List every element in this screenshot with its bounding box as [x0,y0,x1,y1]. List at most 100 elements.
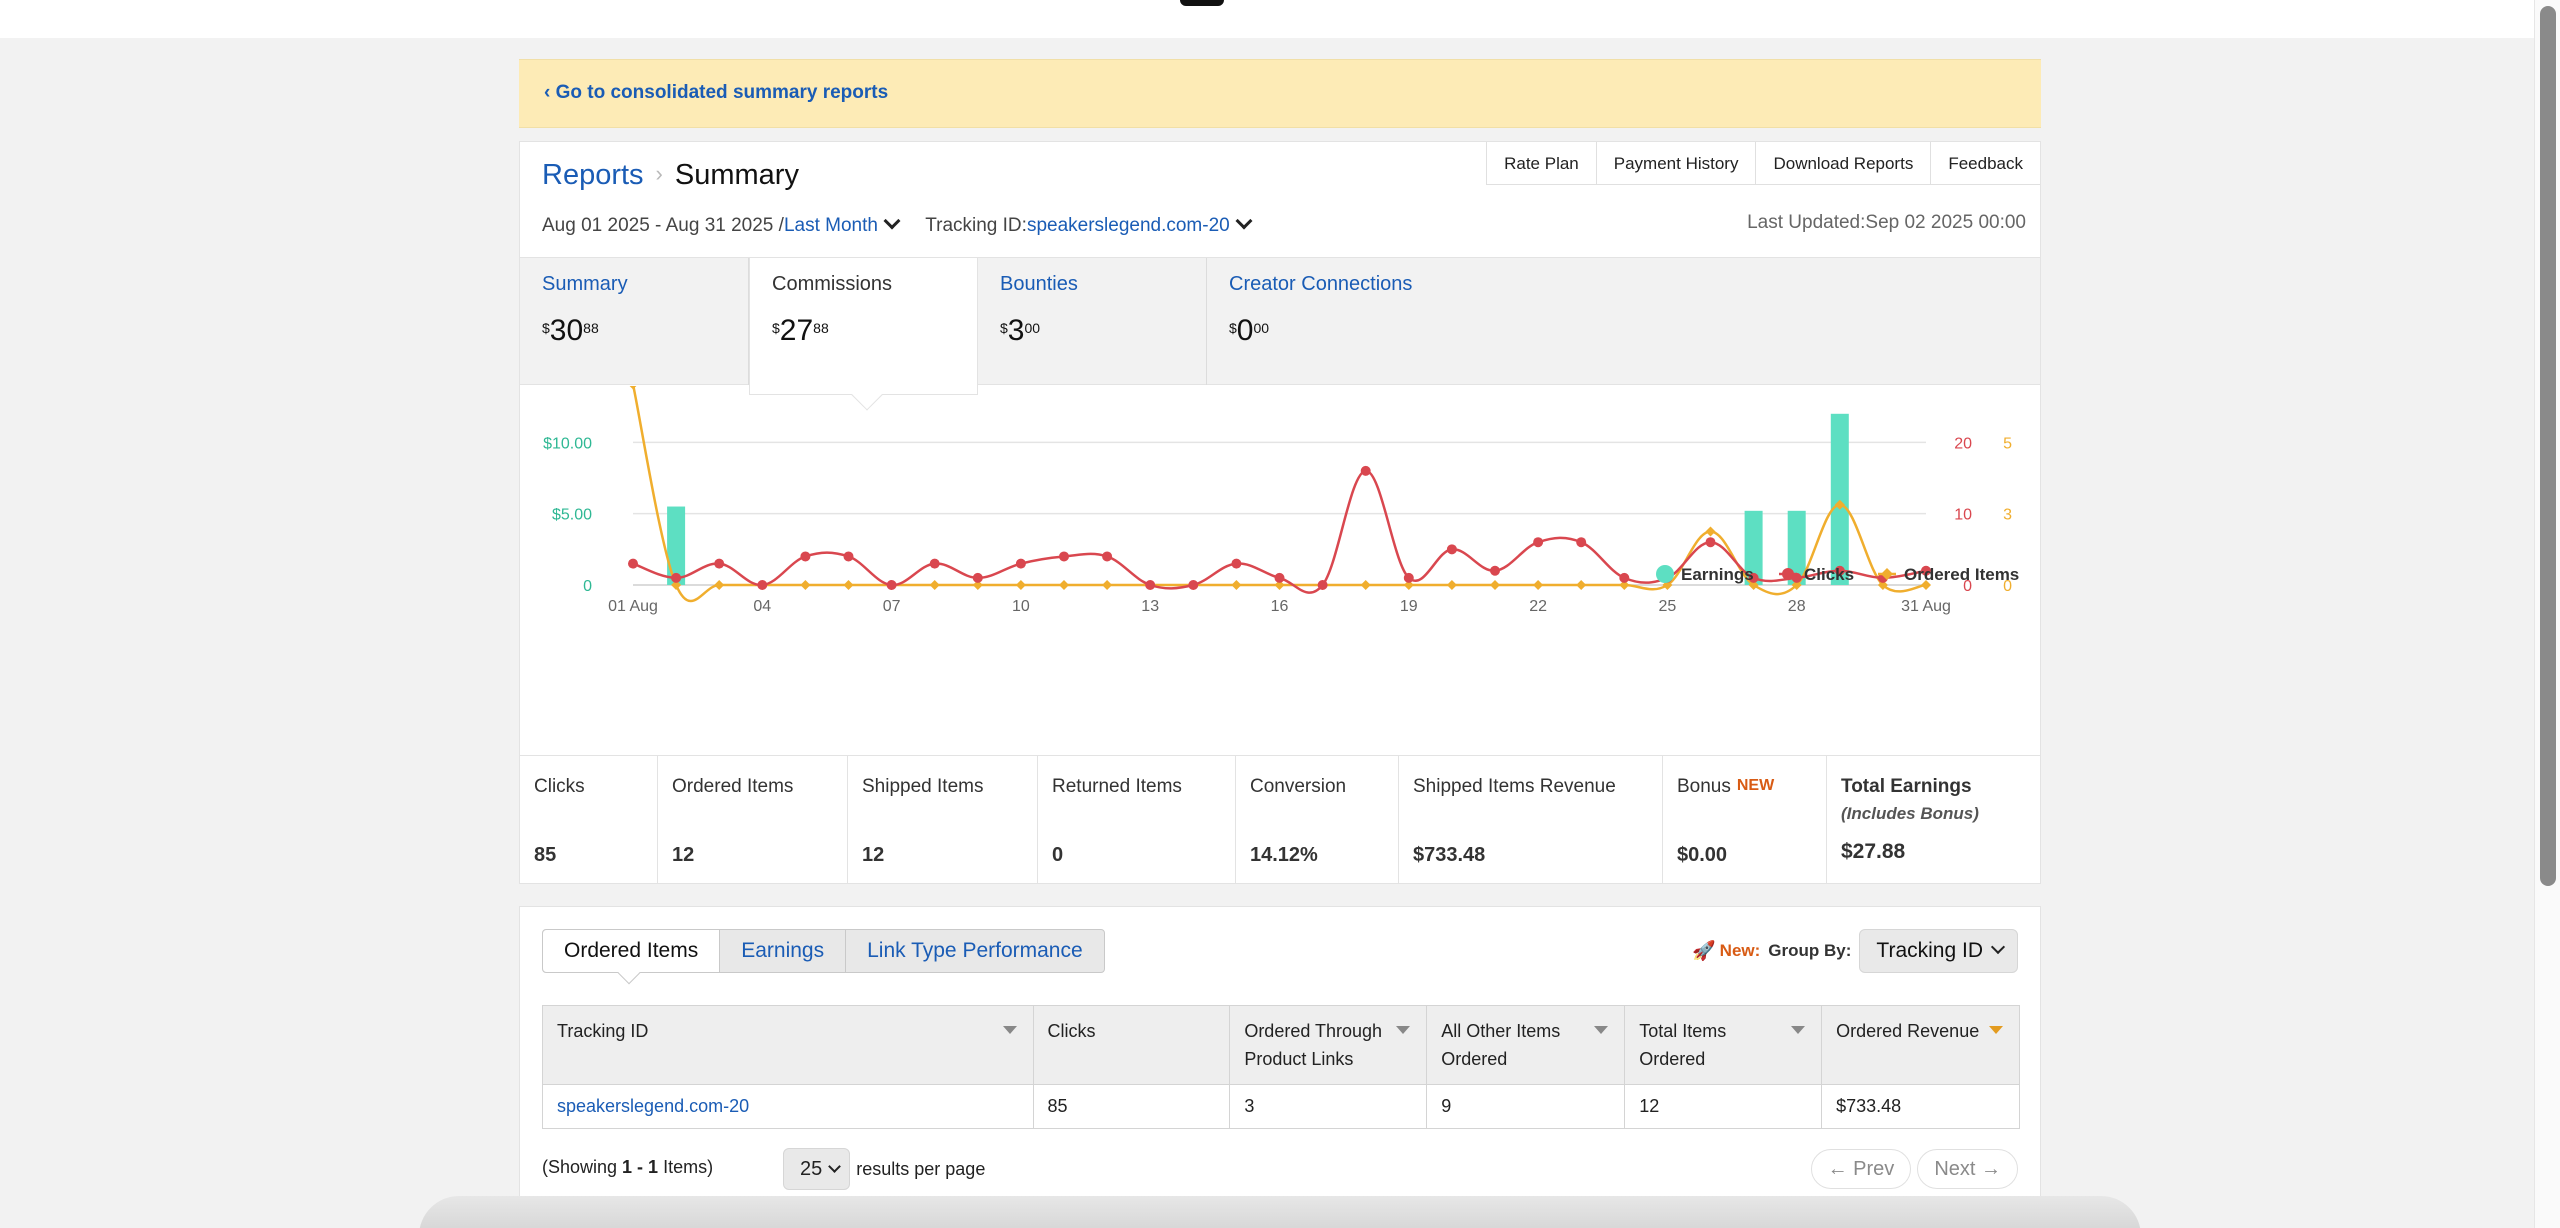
summary-banner: ‹ Go to consolidated summary reports [519,59,2041,128]
tab-creator-connections[interactable]: Creator Connections $000 [1207,258,1436,385]
cell-ordered-through-links: 3 [1229,1084,1428,1129]
metric-conversion: Conversion 14.12% [1236,756,1399,884]
metric-shipped-revenue: Shipped Items Revenue $733.48 [1399,756,1663,884]
payment-history-button[interactable]: Payment History [1596,142,1757,184]
metric-label: Shipped Items Revenue [1413,776,1616,797]
tab-bounties-amount: $300 [1000,314,1041,347]
scrollbar-thumb[interactable] [2540,6,2556,886]
sort-caret-icon[interactable] [1396,1026,1411,1034]
table-row: speakerslegend.com-20 85 3 9 12 $733.48 [542,1084,2020,1129]
x-tick-label: 31 Aug [1901,598,1951,615]
metric-label: Bonus NEW [1677,776,1775,797]
last-updated: Last Updated:Sep 02 2025 00:00 [1747,212,2026,233]
x-tick-label: 19 [1400,598,1418,615]
metric-returned-items: Returned Items 0 [1038,756,1236,884]
next-button[interactable]: Next → [1917,1149,2018,1189]
y-left-tick-label: 0 [583,578,592,595]
chevron-down-icon [1990,939,2006,955]
sort-caret-icon[interactable] [1791,1026,1806,1034]
clicks-point [1576,537,1587,548]
x-tick-label: 01 Aug [608,598,658,615]
tab-bounties-title: Bounties [1000,273,1078,295]
clicks-point [843,551,854,562]
x-tick-label: 07 [883,598,901,615]
report-top-nav: Rate Plan Payment History Download Repor… [1486,142,2040,185]
metric-label: Ordered Items [672,776,794,797]
rate-plan-button[interactable]: Rate Plan [1487,142,1597,184]
period-dropdown[interactable]: Last Month [784,215,878,236]
column-header-total-items[interactable]: Total Items Ordered [1624,1005,1823,1085]
cell-other-items: 9 [1426,1084,1626,1129]
per-page-label: results per page [856,1158,986,1179]
group-by-select[interactable]: Tracking ID [1859,929,2018,973]
column-header-tracking-id[interactable]: Tracking ID [542,1005,1034,1085]
breadcrumb-reports-link[interactable]: Reports [542,159,644,191]
clicks-point [1360,465,1371,476]
ordered-items-point [843,580,854,590]
metric-value: 14.12% [1250,844,1318,866]
y-left-tick-label: $5.00 [552,507,592,524]
new-label: New: [1719,941,1761,960]
tab-commissions-amount: $2788 [772,314,829,347]
pagination: ← Prev Next → [1810,1149,2018,1189]
legend-ordered-label: Ordered Items [1904,565,2019,584]
x-tick-label: 22 [1529,598,1547,615]
ordered-items-point [1231,580,1242,590]
column-header-ordered-revenue[interactable]: Ordered Revenue [1821,1005,2020,1085]
clicks-point [1619,572,1630,583]
clicks-point [1490,565,1500,576]
cell-tracking-id: speakerslegend.com-20 [542,1084,1034,1129]
scrollbar[interactable] [2534,0,2560,1228]
per-page-select[interactable]: 25 [783,1148,851,1190]
column-header-other-items[interactable]: All Other Items Ordered [1426,1005,1626,1085]
metric-label: Returned Items [1052,776,1182,797]
clicks-point [929,558,940,569]
clicks-point [671,572,682,583]
bottom-overlay [419,1196,2141,1228]
x-tick-label: 04 [753,598,771,615]
metric-clicks: Clicks 85 [520,756,658,884]
ordered-items-point [1446,580,1457,590]
ordered-items-point [1490,580,1500,590]
chevron-down-icon[interactable] [1235,212,1253,230]
column-header-clicks[interactable]: Clicks [1032,1005,1231,1085]
chevron-down-icon[interactable] [883,212,901,230]
sort-caret-icon[interactable] [1002,1026,1017,1034]
metric-total-earnings: Total Earnings (Includes Bonus) $27.88 [1827,756,2040,884]
group-by-label: Group By: [1768,941,1852,960]
group-by: 🚀 New: Group By: Tracking ID [1692,929,2018,973]
download-reports-button[interactable]: Download Reports [1756,142,1932,184]
prev-button[interactable]: ← Prev [1810,1149,1912,1189]
tab-commissions[interactable]: Commissions $2788 [749,258,978,411]
clicks-point [1533,537,1544,548]
x-tick-label: 13 [1141,598,1159,615]
ordered-items-point [1360,580,1371,590]
tab-bounties[interactable]: Bounties $300 [978,258,1207,385]
ordered-items-point [1102,580,1113,590]
feedback-button[interactable]: Feedback [1931,142,2040,184]
tracking-id-dropdown[interactable]: speakerslegend.com-20 [1027,215,1230,236]
sort-caret-icon[interactable] [1989,1026,2003,1034]
column-header-ordered-through-links[interactable]: Ordered Through Product Links [1229,1005,1428,1085]
tab-earnings[interactable]: Earnings [720,930,847,972]
legend-earnings-marker [1656,565,1674,583]
tab-link-type-performance[interactable]: Link Type Performance [846,930,1104,972]
tracking-id-link[interactable]: speakerslegend.com-20 [557,1096,749,1116]
clicks-point [1403,572,1414,583]
x-tick-label: 16 [1271,598,1289,615]
page-title: Summary [674,159,799,191]
ordered-items-point [1705,526,1716,537]
y-left-tick-label: $10.00 [543,435,592,452]
sort-caret-icon[interactable] [1594,1026,1609,1034]
legend-earnings-label: Earnings [1681,565,1754,584]
clicks-point [1102,551,1113,562]
earnings-chart: $15.00$10.00$5.0003020100853001 Aug04071… [543,386,2019,615]
tab-summary[interactable]: Summary $3088 [520,258,749,385]
tab-ordered-items[interactable]: Ordered Items [543,930,721,985]
tab-summary-amount: $3088 [542,314,599,347]
tab-summary-title: Summary [542,273,628,295]
metric-sublabel: (Includes Bonus) [1841,804,1979,823]
ordered-items-point [1059,580,1069,590]
consolidated-reports-link[interactable]: ‹ Go to consolidated summary reports [544,82,888,104]
metric-value: 0 [1052,844,1064,866]
